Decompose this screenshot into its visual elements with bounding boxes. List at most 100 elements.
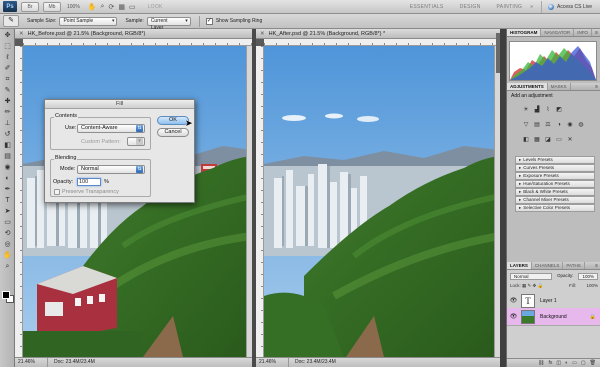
collapsed-panel-strip[interactable] <box>496 33 500 73</box>
quick-select-tool-icon[interactable]: ✐ <box>2 64 13 73</box>
tab-adjustments[interactable]: ADJUSTMENTS <box>507 83 548 90</box>
black-white-icon[interactable]: ◑ <box>555 122 563 129</box>
close-icon[interactable]: ✕ <box>260 31 265 37</box>
opacity-input[interactable]: 100 <box>77 178 101 186</box>
vertical-scrollbar[interactable] <box>246 46 252 357</box>
vibrance-icon[interactable]: ▽ <box>522 122 530 129</box>
preset-item[interactable]: ▸ Hue/Saturation Presets <box>515 180 595 188</box>
visibility-eye-icon[interactable]: 👁 <box>509 313 518 320</box>
panel-menu-icon[interactable]: ≡ <box>595 262 598 270</box>
close-icon[interactable]: ✕ <box>19 31 24 37</box>
lock-icons[interactable]: ▦ ✎ ✥ 🔒 <box>522 283 543 288</box>
hand-icon[interactable]: ✋ <box>88 3 97 11</box>
history-brush-icon[interactable]: ↺ <box>2 130 13 139</box>
brush-tool-icon[interactable]: ✏ <box>2 108 13 117</box>
move-tool-icon[interactable]: ✥ <box>2 31 13 40</box>
trash-icon[interactable]: 🗑 <box>590 359 596 367</box>
tab-info[interactable]: INFO <box>574 29 592 36</box>
brightness-contrast-icon[interactable]: ☀ <box>522 107 530 114</box>
document-tab[interactable]: ✕ HK_Before.psd @ 21.5% (Background, RGB/… <box>15 29 252 39</box>
add-mask-icon[interactable]: ◫ <box>556 359 561 367</box>
channel-mixer-icon[interactable]: ◍ <box>577 122 585 129</box>
color-balance-icon[interactable]: ⚖ <box>544 122 552 129</box>
preserve-transparency-checkbox[interactable] <box>54 189 60 195</box>
posterize-icon[interactable]: ▦ <box>533 137 541 144</box>
hand-tool-icon[interactable]: ✋ <box>2 251 13 260</box>
preset-item[interactable]: ▸ Curves Presets <box>515 164 595 172</box>
document-tab[interactable]: ✕ HK_After.psd @ 21.5% (Background, RGB/8… <box>256 29 500 39</box>
eraser-tool-icon[interactable]: ◧ <box>2 141 13 150</box>
curves-icon[interactable]: ⌇ <box>544 107 552 114</box>
cs-live-button[interactable]: Access CS Live <box>542 4 600 10</box>
gradient-map-icon[interactable]: ▭ <box>555 137 563 144</box>
blur-tool-icon[interactable]: ◉ <box>2 163 13 172</box>
tab-histogram[interactable]: HISTOGRAM <box>507 29 542 36</box>
zoom-level-select[interactable]: 100% <box>67 4 80 10</box>
preset-item[interactable]: ▸ Levels Presets <box>515 156 595 164</box>
layer-style-icon[interactable]: fx <box>549 359 553 367</box>
cancel-button[interactable]: Cancel <box>157 128 189 137</box>
path-select-icon[interactable]: ➤ <box>2 207 13 216</box>
3d-rotate-icon[interactable]: ⟲ <box>2 229 13 238</box>
image-canvas[interactable] <box>264 46 500 357</box>
3d-orbit-icon[interactable]: ◎ <box>2 240 13 249</box>
threshold-icon[interactable]: ◪ <box>544 137 552 144</box>
tab-masks[interactable]: MASKS <box>548 83 571 90</box>
clone-stamp-icon[interactable]: ⊥ <box>2 119 13 128</box>
fill-input[interactable]: 100% <box>586 283 598 288</box>
pen-tool-icon[interactable]: ✒ <box>2 185 13 194</box>
new-layer-icon[interactable]: ▢ <box>581 359 586 367</box>
tab-channels[interactable]: CHANNELS <box>532 262 564 269</box>
link-layers-icon[interactable]: ⛓ <box>538 359 544 367</box>
zoom-field[interactable]: 21.46% <box>18 358 48 367</box>
document-size-info[interactable]: Doc: 23.4M/23.4M <box>48 358 95 367</box>
tab-navigator[interactable]: NAVIGATOR <box>541 29 575 36</box>
visibility-eye-icon[interactable]: 👁 <box>509 297 518 304</box>
use-select[interactable]: Content-Aware ⇅ <box>77 124 145 133</box>
healing-brush-icon[interactable]: ✚ <box>2 97 13 106</box>
zoom-icon[interactable]: ⌕ <box>101 3 105 11</box>
panel-menu-icon[interactable]: ≡ <box>595 29 598 37</box>
type-tool-icon[interactable]: T <box>2 196 13 205</box>
new-group-icon[interactable]: ▭ <box>572 359 577 367</box>
eyedropper-tool-preset[interactable]: ✎ <box>3 15 19 27</box>
dodge-tool-icon[interactable]: ◐ <box>2 174 13 183</box>
layer-row-selected[interactable]: 👁 Background 🔒 <box>507 308 600 326</box>
tab-layers[interactable]: LAYERS <box>507 262 532 269</box>
screen-mode-icon[interactable]: ▭ <box>129 3 136 11</box>
invert-icon[interactable]: ◧ <box>522 137 530 144</box>
foreground-color-swatch[interactable] <box>2 291 10 299</box>
preset-item[interactable]: ▸ Black & White Presets <box>515 188 595 196</box>
crop-tool-icon[interactable]: ⌗ <box>2 75 13 84</box>
blend-mode-select[interactable]: Normal <box>510 273 552 280</box>
tab-paths[interactable]: PATHS <box>563 262 585 269</box>
rotate-icon[interactable]: ⟳ <box>108 3 114 11</box>
selective-color-icon[interactable]: ✕ <box>566 137 574 144</box>
more-workspaces-button[interactable]: » <box>530 4 533 10</box>
layer-opacity-input[interactable]: 100% <box>578 273 598 280</box>
lasso-tool-icon[interactable]: ℓ <box>2 53 13 62</box>
preset-item[interactable]: ▸ Exposure Presets <box>515 172 595 180</box>
preset-item[interactable]: ▸ Channel Mixer Presets <box>515 196 595 204</box>
show-sampling-ring-checkbox[interactable]: ✓ <box>205 17 213 25</box>
workspace-design[interactable]: DESIGN <box>452 4 489 10</box>
workspace-painting[interactable]: PAINTING <box>489 4 531 10</box>
panel-menu-icon[interactable]: ≡ <box>595 83 598 91</box>
sample-size-select[interactable]: Point Sample <box>59 16 118 26</box>
preset-item[interactable]: ▸ Selective Color Presets <box>515 204 595 212</box>
bridge-button[interactable]: Br <box>21 1 39 12</box>
mini-bridge-button[interactable]: Mb <box>43 1 61 12</box>
levels-icon[interactable]: ▟ <box>533 107 541 114</box>
photo-filter-icon[interactable]: ◉ <box>566 122 574 129</box>
gradient-tool-icon[interactable]: ▤ <box>2 152 13 161</box>
hue-saturation-icon[interactable]: ▤ <box>533 122 541 129</box>
zoom-tool-icon[interactable]: ⌕ <box>2 262 13 271</box>
zoom-field[interactable]: 21.46% <box>259 358 289 367</box>
sample-select[interactable]: Current Layer <box>146 16 191 31</box>
mode-select[interactable]: Normal ⇅ <box>77 165 145 174</box>
marquee-tool-icon[interactable]: ⬚ <box>2 42 13 51</box>
eyedropper-tool-icon[interactable]: ✎ <box>2 86 13 95</box>
exposure-icon[interactable]: ◩ <box>555 107 563 114</box>
workspace-essentials[interactable]: ESSENTIALS <box>402 4 452 10</box>
arrange-icon[interactable]: ▦ <box>118 3 125 11</box>
